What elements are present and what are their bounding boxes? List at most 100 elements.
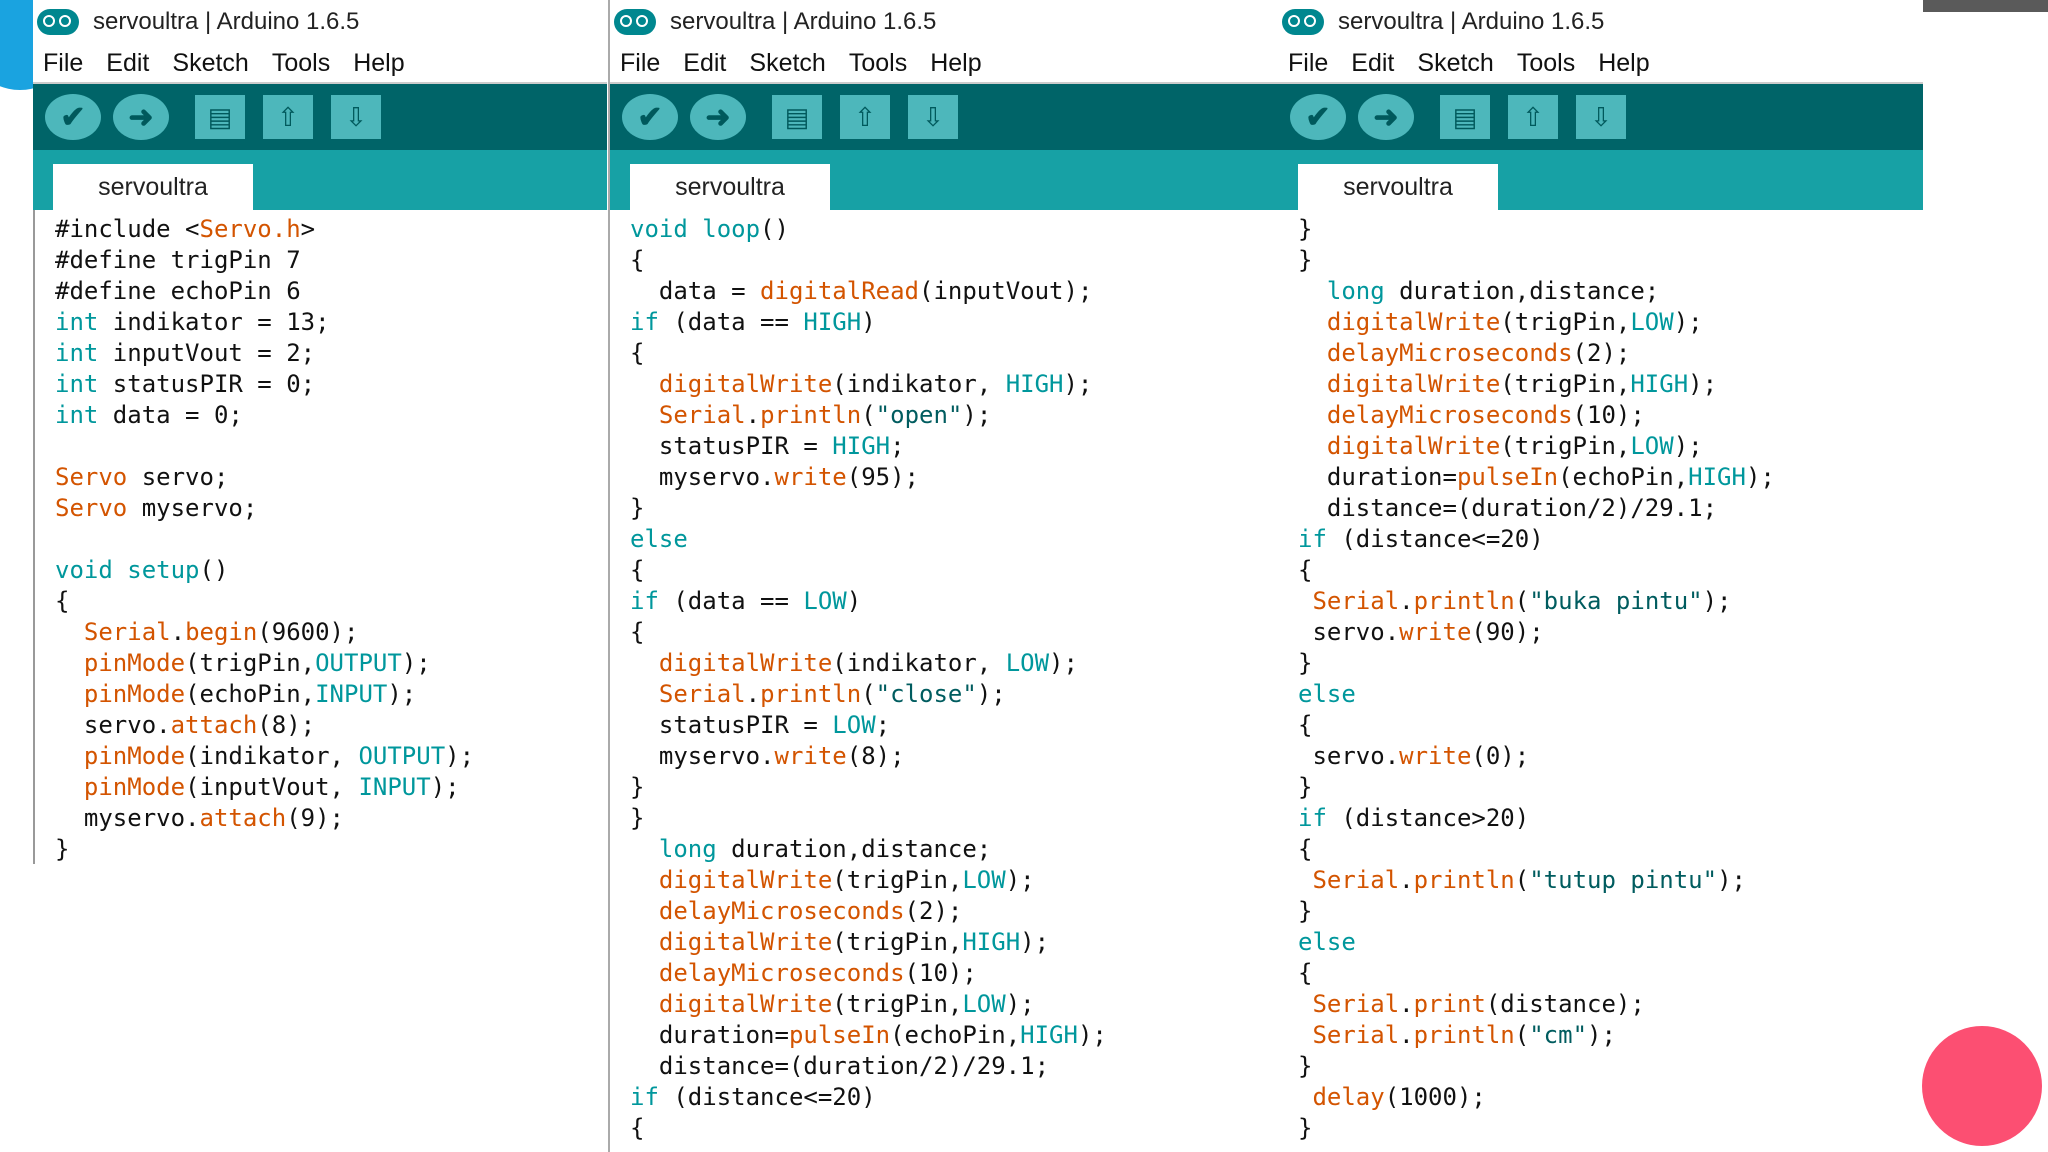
code-token: HIGH (803, 308, 862, 336)
code-token: INPUT (358, 773, 431, 801)
code-token: { (1298, 556, 1313, 584)
code-editor[interactable]: }} long duration,distance; digitalWrite(… (1278, 210, 1923, 1144)
menu-item-edit[interactable]: Edit (1351, 49, 1394, 78)
menu-item-tools[interactable]: Tools (849, 49, 907, 78)
code-token: distance=(duration/2)/29.1; (630, 1052, 1050, 1080)
code-token: digitalWrite (1326, 432, 1501, 460)
menu-item-file[interactable]: File (1288, 49, 1328, 78)
open-icon[interactable]: ⇧ (1508, 95, 1558, 139)
code-token: (trigPin, (1500, 370, 1631, 398)
code-token: servo. (55, 711, 171, 739)
code-token: void (630, 215, 688, 243)
open-icon[interactable]: ⇧ (840, 95, 890, 139)
upload-icon[interactable]: ➜ (113, 94, 169, 140)
code-token: duration= (630, 1021, 789, 1049)
code-line: } (1298, 772, 1923, 803)
verify-icon[interactable]: ✔ (1290, 94, 1346, 140)
code-token: if (1298, 804, 1327, 832)
code-token: ); (1702, 587, 1732, 615)
menu-item-tools[interactable]: Tools (1517, 49, 1575, 78)
code-editor[interactable]: void loop(){ data = digitalRead(inputVou… (610, 210, 1278, 1144)
code-token: ); (1717, 866, 1746, 894)
code-token: (8); (257, 711, 316, 739)
new-icon[interactable]: ▤ (1440, 95, 1490, 139)
code-token: ); (1587, 1021, 1616, 1049)
code-token: pinMode (83, 773, 186, 801)
verify-icon[interactable]: ✔ (622, 94, 678, 140)
code-token: (echoPin, (185, 680, 316, 708)
upload-icon[interactable]: ➜ (1358, 94, 1414, 140)
code-token: digitalWrite (658, 370, 833, 398)
tab-servoultra[interactable]: servoultra (53, 164, 253, 210)
code-token: pulseIn (1456, 463, 1559, 491)
menu-item-file[interactable]: File (620, 49, 660, 78)
arduino-logo-icon (37, 9, 79, 35)
code-line: servo.write(90); (1298, 617, 1923, 648)
code-token: (trigPin, (832, 866, 963, 894)
code-token: begin (185, 618, 258, 646)
verify-icon[interactable]: ✔ (45, 94, 101, 140)
code-line: if (data == LOW) (630, 586, 1278, 617)
code-line: myservo.attach(9); (55, 803, 607, 834)
code-token: } (1298, 1052, 1313, 1080)
tab-bar: servoultra (33, 150, 607, 210)
menu-item-help[interactable]: Help (353, 49, 404, 78)
save-icon[interactable]: ⇩ (1576, 95, 1626, 139)
code-token: (indikator, (832, 649, 1006, 677)
code-line: pinMode(echoPin,INPUT); (55, 679, 607, 710)
code-line: int statusPIR = 0; (55, 369, 607, 400)
menu-item-sketch[interactable]: Sketch (172, 49, 248, 78)
menu-item-help[interactable]: Help (930, 49, 981, 78)
code-token: . (745, 680, 761, 708)
save-icon[interactable]: ⇩ (331, 95, 381, 139)
tab-servoultra[interactable]: servoultra (630, 164, 830, 210)
code-token: ); (1063, 370, 1093, 398)
code-token: (indikator, (832, 370, 1006, 398)
code-editor[interactable]: #include <Servo.h> #define trigPin 7 #defi… (33, 210, 607, 864)
new-icon[interactable]: ▤ (195, 95, 245, 139)
open-icon[interactable]: ⇧ (263, 95, 313, 139)
menu-item-tools[interactable]: Tools (272, 49, 330, 78)
code-token: pinMode (83, 742, 186, 770)
code-line: distance=(duration/2)/29.1; (1298, 493, 1923, 524)
code-token: LOW (803, 587, 847, 615)
code-token: ( (861, 680, 876, 708)
code-line: digitalWrite(indikator, LOW); (630, 648, 1278, 679)
code-line: Serial.println("cm"); (1298, 1020, 1923, 1051)
code-token: { (1298, 835, 1313, 863)
upload-icon[interactable]: ➜ (690, 94, 746, 140)
code-token: "close" (875, 680, 977, 708)
code-token: (distance>20) (1326, 804, 1530, 832)
tab-servoultra[interactable]: servoultra (1298, 164, 1498, 210)
code-token: delayMicroseconds (658, 897, 905, 925)
menu-item-file[interactable]: File (43, 49, 83, 78)
menu-item-sketch[interactable]: Sketch (1417, 49, 1493, 78)
code-token: delay (1312, 1083, 1385, 1111)
menu-item-help[interactable]: Help (1598, 49, 1649, 78)
code-line: digitalWrite(trigPin,HIGH); (630, 927, 1278, 958)
menu-item-edit[interactable]: Edit (683, 49, 726, 78)
code-token: print (1413, 990, 1486, 1018)
window-title: servoultra | Arduino 1.6.5 (1338, 8, 1605, 35)
menu-item-edit[interactable]: Edit (106, 49, 149, 78)
new-icon[interactable]: ▤ (772, 95, 822, 139)
code-token: data = (630, 277, 761, 305)
code-line: Servo myservo; (55, 493, 607, 524)
code-line: digitalWrite(trigPin,LOW); (630, 989, 1278, 1020)
code-token: write (774, 742, 847, 770)
save-icon[interactable]: ⇩ (908, 95, 958, 139)
code-token: Serial (83, 618, 171, 646)
code-token: ); (1673, 432, 1703, 460)
code-line: delayMicroseconds(10); (630, 958, 1278, 989)
code-line: { (55, 586, 607, 617)
code-line: long duration,distance; (1298, 276, 1923, 307)
code-token: pinMode (83, 649, 186, 677)
code-token: } (630, 773, 645, 801)
code-line: digitalWrite(trigPin,LOW); (1298, 307, 1923, 338)
code-token: OUTPUT (358, 742, 446, 770)
menu-item-sketch[interactable]: Sketch (749, 49, 825, 78)
